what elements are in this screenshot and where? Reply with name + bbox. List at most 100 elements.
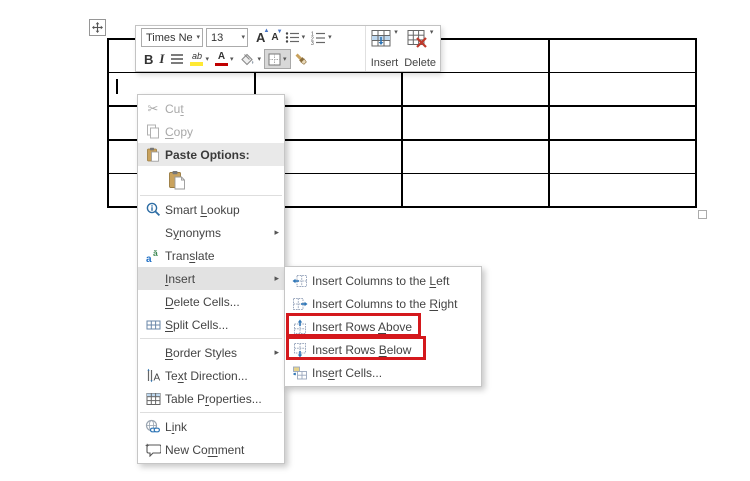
dropdown-arrow-icon[interactable]: ▾	[302, 34, 306, 41]
mini-toolbar-row-2: B I ab ▾ A ▾ ▾ ▾	[141, 49, 363, 70]
delete-split-button[interactable]: ▾ Delete	[404, 29, 436, 69]
clipboard-icon	[141, 147, 165, 162]
svg-text:3: 3	[311, 41, 314, 45]
font-color-bar	[214, 62, 228, 67]
dropdown-arrow-icon[interactable]: ▾	[328, 34, 332, 41]
menu-item-split-cells[interactable]: Split Cells...	[138, 313, 284, 336]
menu-item-synonyms[interactable]: Synonyms ▸	[138, 221, 284, 244]
table-properties-icon	[141, 392, 165, 406]
align-lines-icon	[171, 54, 184, 64]
text-cursor	[116, 79, 118, 94]
insert-cells-icon	[288, 365, 312, 381]
submenu-arrow-icon: ▸	[274, 273, 279, 283]
table-cell[interactable]	[549, 140, 696, 173]
table-cell[interactable]	[402, 140, 549, 173]
menu-item-text-direction[interactable]: A Text Direction...	[138, 364, 284, 387]
table-cell[interactable]	[402, 174, 549, 207]
table-cell[interactable]	[549, 106, 696, 140]
submenu-item-insert-cells[interactable]: Insert Cells...	[285, 361, 481, 384]
annotation-box-rows-above	[286, 312, 421, 337]
smart-lookup-icon	[141, 202, 165, 217]
svg-text:a: a	[146, 254, 152, 263]
delete-button-label: Delete	[404, 57, 436, 69]
menu-item-translate[interactable]: a ǎ Translate	[138, 244, 284, 267]
scissors-icon: ✂	[147, 100, 159, 116]
table-cell[interactable]	[402, 106, 549, 140]
bullets-button[interactable]: ▾	[282, 28, 309, 48]
annotation-box-rows-below	[286, 335, 426, 360]
dropdown-arrow-icon[interactable]: ▾	[430, 29, 434, 36]
dropdown-arrow-icon[interactable]: ▾	[205, 56, 209, 63]
menu-item-border-styles[interactable]: Border Styles ▸	[138, 341, 284, 364]
context-menu: ✂ Cut Copy Paste Options: Smart Lookup S…	[137, 94, 285, 464]
table-cell[interactable]	[549, 39, 696, 72]
move-arrows-icon	[92, 22, 103, 33]
mini-toolbar-table-section: ▾ Insert ▾ Delete	[364, 26, 440, 71]
link-icon	[141, 419, 165, 434]
borders-button[interactable]: ▾	[264, 49, 291, 70]
font-name-value: Times Ne	[146, 31, 193, 44]
menu-item-table-properties[interactable]: Table Properties...	[138, 387, 284, 410]
menu-separator	[140, 195, 282, 196]
insert-button-label: Insert	[370, 57, 399, 69]
highlight-color-bar	[190, 62, 204, 66]
font-size-combobox[interactable]: 13 ▾	[206, 28, 248, 48]
submenu-arrow-icon: ▸	[274, 227, 279, 237]
new-comment-icon	[141, 442, 165, 457]
mini-toolbar-row-1: Times Ne ▾ 13 ▾ A ▲ A ▼ ▾ 1 2 3 ▾	[141, 27, 363, 48]
paste-clipboard-icon	[169, 170, 185, 189]
dropdown-arrow-icon[interactable]: ▾	[230, 56, 234, 63]
table-cell[interactable]	[549, 174, 696, 207]
menu-separator	[140, 412, 282, 413]
insert-columns-right-icon	[288, 296, 312, 312]
font-name-combobox[interactable]: Times Ne ▾	[141, 28, 203, 48]
text-highlight-button[interactable]: ab ▾	[187, 49, 212, 69]
translate-icon: a ǎ	[141, 248, 165, 263]
menu-item-insert[interactable]: Insert ▸	[138, 267, 284, 290]
table-move-handle[interactable]	[89, 19, 106, 36]
menu-item-new-comment[interactable]: New Comment	[138, 438, 284, 461]
menu-row-paste-buttons	[138, 166, 284, 193]
bold-button[interactable]: B	[141, 49, 156, 69]
delete-table-icon	[407, 30, 427, 48]
font-size-value: 13	[211, 31, 224, 44]
numbered-list-icon: 1 2 3	[311, 31, 326, 45]
table-cell[interactable]	[549, 73, 696, 106]
dropdown-arrow-icon[interactable]: ▾	[394, 29, 398, 36]
numbering-button[interactable]: 1 2 3 ▾	[308, 28, 335, 48]
format-painter-button[interactable]	[291, 49, 312, 69]
paint-bucket-icon	[241, 53, 254, 65]
mini-toolbar: Times Ne ▾ 13 ▾ A ▲ A ▼ ▾ 1 2 3 ▾ B I ab…	[135, 25, 441, 72]
align-button[interactable]	[167, 49, 187, 69]
text-direction-icon: A	[141, 368, 165, 383]
highlight-ab-label: ab	[191, 51, 202, 62]
shrink-font-button[interactable]: A ▼	[268, 28, 282, 48]
menu-item-copy: Copy	[138, 120, 284, 143]
grow-font-button[interactable]: A ▲	[253, 28, 269, 48]
dropdown-arrow-icon[interactable]: ▾	[283, 56, 287, 63]
font-color-button[interactable]: A ▾	[212, 49, 237, 69]
word-document-canvas: Times Ne ▾ 13 ▾ A ▲ A ▼ ▾ 1 2 3 ▾ B I ab…	[0, 0, 750, 481]
copy-icon	[141, 124, 165, 139]
borders-grid-icon	[268, 53, 281, 66]
submenu-item-insert-columns-left[interactable]: Insert Columns to the Left	[285, 269, 481, 292]
menu-item-paste-options: Paste Options:	[138, 143, 284, 166]
dropdown-arrow-icon[interactable]: ▾	[196, 34, 200, 41]
menu-item-cut: ✂ Cut	[138, 97, 284, 120]
bullet-list-icon	[285, 32, 299, 44]
shading-button[interactable]: ▾	[236, 49, 264, 69]
menu-item-link[interactable]: Link	[138, 415, 284, 438]
insert-columns-left-icon	[288, 273, 312, 289]
menu-item-delete-cells[interactable]: Delete Cells...	[138, 290, 284, 313]
dropdown-arrow-icon[interactable]: ▾	[257, 56, 261, 63]
table-cell[interactable]	[402, 73, 549, 106]
dropdown-arrow-icon[interactable]: ▾	[241, 34, 245, 41]
menu-item-smart-lookup[interactable]: Smart Lookup	[138, 198, 284, 221]
mini-toolbar-main: Times Ne ▾ 13 ▾ A ▲ A ▼ ▾ 1 2 3 ▾ B I ab…	[136, 26, 365, 71]
keep-source-formatting-paste-button[interactable]	[165, 168, 189, 192]
insert-submenu: Insert Columns to the Left Insert Column…	[284, 266, 482, 387]
svg-text:ǎ: ǎ	[153, 248, 158, 258]
italic-button[interactable]: I	[156, 49, 167, 69]
table-resize-handle[interactable]	[698, 210, 707, 219]
insert-split-button[interactable]: ▾ Insert	[371, 29, 399, 69]
